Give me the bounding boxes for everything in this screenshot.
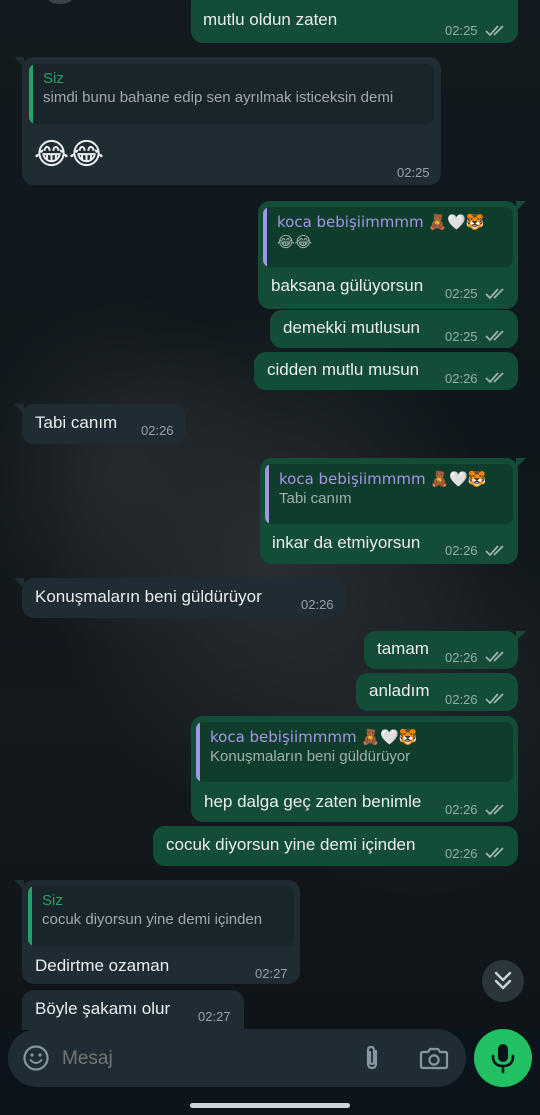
message-time: 02:26	[445, 650, 478, 665]
message-bubble-incoming[interactable]: Siz simdi bunu bahane edip sen ayrılmak …	[14, 57, 441, 185]
quote-author: koca bebişiimmmm 🧸🤍🐯	[210, 728, 418, 746]
quote-text: Tabi canım	[279, 490, 352, 507]
message-bubble-outgoing[interactable]: cocuk diyorsun yine demi içinden 02:26	[153, 826, 518, 866]
scroll-to-bottom-button[interactable]	[482, 960, 524, 1002]
quoted-message[interactable]: Siz cocuk diyorsun yine demi içinden	[28, 886, 294, 946]
read-receipt-icon	[485, 25, 504, 37]
quote-author: Siz	[43, 70, 64, 87]
home-indicator[interactable]	[190, 1103, 350, 1108]
message-text: cocuk diyorsun yine demi içinden	[166, 835, 416, 854]
message-bubble-outgoing[interactable]: koca bebişiimmmm 🧸🤍🐯 😂😂 baksana gülüyors…	[258, 201, 526, 309]
message-text: anladım	[369, 681, 430, 700]
read-receipt-icon	[485, 693, 504, 705]
quote-author: koca bebişiimmmm 🧸🤍🐯	[279, 470, 487, 488]
double-chevron-down-icon	[494, 971, 512, 990]
message-bubble-outgoing[interactable]: koca bebişiimmmm 🧸🤍🐯 Konuşmaların beni g…	[191, 716, 518, 822]
message-bubble-incoming[interactable]: Siz cocuk diyorsun yine demi içinden Ded…	[14, 880, 300, 984]
quote-text: Konuşmaların beni güldürüyor	[210, 748, 411, 765]
read-receipt-icon	[485, 651, 504, 663]
message-bubble-incoming[interactable]: Böyle şakamı olur 02:27	[22, 990, 244, 1030]
message-text: Böyle şakamı olur	[35, 999, 171, 1018]
message-bubble-outgoing[interactable]: mutlu oldun zaten 02:25	[191, 0, 518, 43]
emoji-icon[interactable]	[22, 1044, 50, 1072]
quote-text: simdi bunu bahane edip sen ayrılmak isti…	[43, 89, 394, 106]
microphone-button[interactable]	[474, 1029, 532, 1087]
read-receipt-icon	[485, 804, 504, 816]
read-receipt-icon	[485, 545, 504, 557]
message-time: 02:27	[198, 1009, 231, 1024]
message-time: 02:25	[445, 286, 478, 301]
microphone-icon	[491, 1044, 515, 1074]
message-text: Dedirtme ozaman	[35, 956, 170, 975]
message-bubble-incoming[interactable]: Konuşmaların beni güldürüyor 02:26	[14, 578, 346, 618]
quote-text: cocuk diyorsun yine demi içinden	[42, 911, 263, 928]
message-composer	[8, 1029, 466, 1087]
message-text: mutlu oldun zaten	[203, 10, 338, 29]
read-receipt-icon	[485, 288, 504, 300]
message-bubble-outgoing[interactable]: cidden mutlu musun 02:26	[254, 352, 518, 390]
message-bubble-incoming[interactable]: Tabi canım 02:26	[14, 404, 186, 444]
message-time: 02:25	[397, 165, 430, 180]
message-time: 02:26	[445, 692, 478, 707]
quoted-message[interactable]: Siz simdi bunu bahane edip sen ayrılmak …	[29, 64, 434, 124]
message-text: Konuşmaların beni güldürüyor	[35, 587, 262, 606]
message-text: cidden mutlu musun	[267, 360, 420, 379]
read-receipt-icon	[485, 330, 504, 342]
message-time: 02:25	[445, 23, 478, 38]
quote-author: koca bebişiimmmm 🧸🤍🐯	[277, 213, 485, 231]
read-receipt-icon	[485, 847, 504, 859]
message-time: 02:27	[255, 966, 288, 981]
message-text: tamam	[377, 639, 429, 658]
message-text: baksana gülüyorsun	[271, 276, 424, 295]
message-time: 02:26	[445, 846, 478, 861]
message-text: Tabi canım	[35, 413, 118, 432]
message-bubble-outgoing[interactable]: koca bebişiimmmm 🧸🤍🐯 Tabi canım inkar da…	[260, 458, 526, 564]
quote-text: 😂😂	[277, 233, 313, 251]
message-bubble-outgoing[interactable]: anladım 02:26	[356, 673, 518, 711]
message-time: 02:26	[445, 543, 478, 558]
message-text: demekki mutlusun	[283, 318, 421, 337]
quoted-message[interactable]: koca bebişiimmmm 🧸🤍🐯 😂😂	[263, 207, 513, 267]
message-text: inkar da etmiyorsun	[272, 533, 421, 552]
message-input[interactable]	[60, 1041, 294, 1077]
quote-author: Siz	[42, 892, 63, 909]
message-time: 02:26	[141, 423, 174, 438]
message-time: 02:25	[445, 329, 478, 344]
message-bubble-outgoing[interactable]: tamam 02:26	[364, 631, 526, 669]
message-text: hep dalga geç zaten benimle	[204, 792, 422, 811]
message-time: 02:26	[445, 802, 478, 817]
quoted-message[interactable]: koca bebişiimmmm 🧸🤍🐯 Tabi canım	[265, 464, 513, 524]
read-receipt-icon	[485, 372, 504, 384]
paperclip-icon[interactable]	[360, 1044, 384, 1072]
message-time: 02:26	[445, 371, 478, 386]
camera-icon[interactable]	[419, 1045, 449, 1071]
message-text: 😂😂	[34, 137, 105, 172]
quoted-message[interactable]: koca bebişiimmmm 🧸🤍🐯 Konuşmaların beni g…	[196, 722, 513, 782]
message-time: 02:26	[301, 597, 334, 612]
message-bubble-outgoing[interactable]: demekki mutlusun 02:25	[270, 310, 518, 348]
